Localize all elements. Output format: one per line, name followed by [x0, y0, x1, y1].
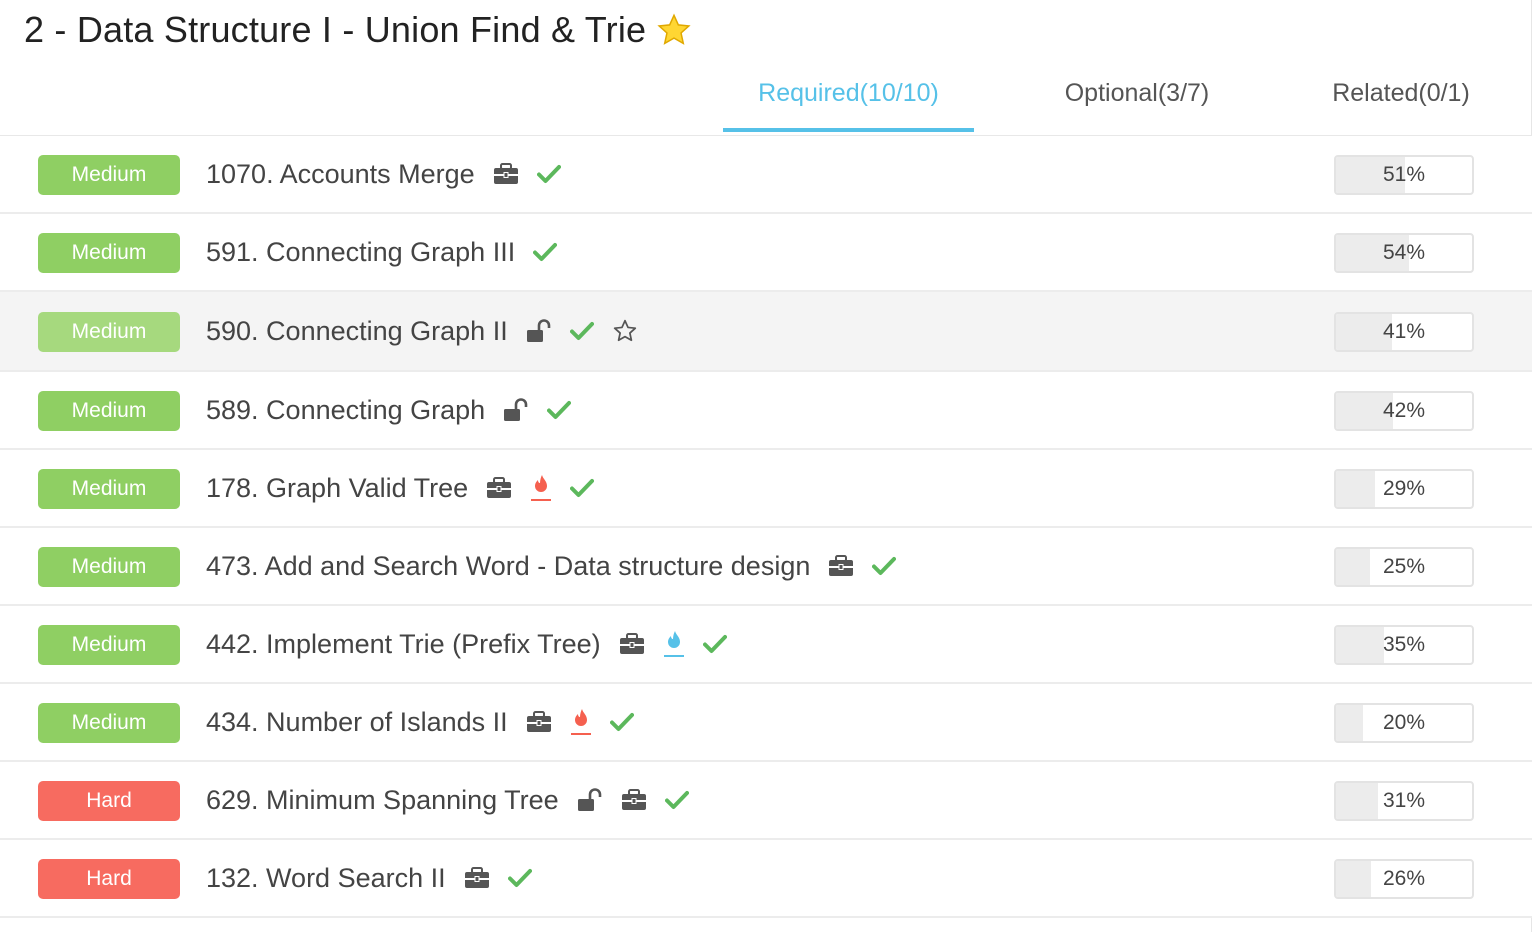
tab-related[interactable]: Related(0/1): [1300, 62, 1502, 132]
problem-row[interactable]: Medium 589. Connecting Graph 42%: [0, 372, 1532, 450]
problem-title-group: 590. Connecting Graph II: [206, 292, 638, 370]
flame-red-icon: [530, 474, 552, 502]
briefcase-icon: [619, 633, 645, 655]
problem-title-group: 434. Number of Islands II: [206, 684, 634, 760]
tab-required[interactable]: Required(10/10): [723, 62, 974, 132]
acceptance-rate-label: 54%: [1382, 241, 1426, 264]
briefcase-icon: [828, 555, 854, 577]
acceptance-rate-bar: 31%: [1334, 781, 1474, 821]
unlock-icon: [577, 788, 603, 812]
problem-title-group: 178. Graph Valid Tree: [206, 450, 595, 526]
acceptance-rate-bar: 42%: [1334, 391, 1474, 431]
problem-link[interactable]: 1070. Accounts Merge: [206, 159, 475, 190]
unlock-icon: [503, 398, 529, 422]
problem-list: Medium 1070. Accounts Merge 51% Medium 591. …: [0, 136, 1532, 918]
problem-link[interactable]: 132. Word Search II: [206, 863, 446, 894]
star-outline-icon[interactable]: [612, 318, 638, 344]
check-icon: [536, 164, 561, 184]
difficulty-badge: Hard: [38, 781, 180, 821]
acceptance-rate-bar: 29%: [1334, 469, 1474, 509]
course-panel: 2 - Data Structure I - Union Find & Trie…: [0, 0, 1532, 932]
problem-title-group: 629. Minimum Spanning Tree: [206, 762, 689, 838]
problem-link[interactable]: 473. Add and Search Word - Data structur…: [206, 551, 810, 582]
problem-link[interactable]: 629. Minimum Spanning Tree: [206, 785, 559, 816]
problem-link[interactable]: 589. Connecting Graph: [206, 395, 485, 426]
title-row: 2 - Data Structure I - Union Find & Trie: [24, 6, 692, 54]
problem-title-group: 442. Implement Trie (Prefix Tree): [206, 606, 727, 682]
briefcase-icon: [486, 477, 512, 499]
problem-link[interactable]: 434. Number of Islands II: [206, 707, 508, 738]
acceptance-rate-label: 51%: [1382, 163, 1426, 186]
acceptance-rate-label: 26%: [1382, 867, 1426, 890]
problem-row[interactable]: Medium 591. Connecting Graph III 54%: [0, 214, 1532, 292]
check-icon: [664, 790, 689, 810]
flame-blue-icon: [663, 630, 685, 658]
check-icon: [569, 321, 594, 341]
problem-row[interactable]: Medium 473. Add and Search Word - Data st…: [0, 528, 1532, 606]
acceptance-rate-bar: 35%: [1334, 625, 1474, 665]
acceptance-rate-bar: 41%: [1334, 312, 1474, 352]
problem-row[interactable]: Hard 629. Minimum Spanning Tree 31%: [0, 762, 1532, 840]
flame-red-icon: [570, 708, 592, 736]
problem-link[interactable]: 178. Graph Valid Tree: [206, 473, 468, 504]
problem-link[interactable]: 591. Connecting Graph III: [206, 237, 515, 268]
check-icon: [609, 712, 634, 732]
briefcase-icon: [493, 163, 519, 185]
briefcase-icon: [526, 711, 552, 733]
difficulty-badge: Medium: [38, 469, 180, 509]
acceptance-rate-label: 35%: [1382, 633, 1426, 656]
acceptance-rate-label: 25%: [1382, 555, 1426, 578]
briefcase-icon: [464, 867, 490, 889]
difficulty-badge: Medium: [38, 312, 180, 352]
problem-title-group: 591. Connecting Graph III: [206, 214, 558, 290]
difficulty-badge: Hard: [38, 859, 180, 899]
problem-title-group: 473. Add and Search Word - Data structur…: [206, 528, 897, 604]
problem-link[interactable]: 442. Implement Trie (Prefix Tree): [206, 629, 601, 660]
tab-optional[interactable]: Optional(3/7): [1030, 62, 1244, 132]
acceptance-rate-label: 31%: [1382, 789, 1426, 812]
difficulty-badge: Medium: [38, 703, 180, 743]
problem-row[interactable]: Medium 1070. Accounts Merge 51%: [0, 136, 1532, 214]
acceptance-rate-bar: 25%: [1334, 547, 1474, 587]
problem-row[interactable]: Medium 590. Connecting Graph II 41%: [0, 292, 1532, 372]
difficulty-badge: Medium: [38, 155, 180, 195]
problem-title-group: 132. Word Search II: [206, 840, 532, 916]
acceptance-rate-label: 41%: [1382, 320, 1426, 343]
briefcase-icon: [621, 789, 647, 811]
check-icon: [547, 400, 572, 420]
acceptance-rate-label: 42%: [1382, 399, 1426, 422]
acceptance-rate-bar: 26%: [1334, 859, 1474, 899]
acceptance-rate-bar: 51%: [1334, 155, 1474, 195]
problem-title-group: 589. Connecting Graph: [206, 372, 572, 448]
check-icon: [570, 478, 595, 498]
difficulty-badge: Medium: [38, 233, 180, 273]
star-filled-icon[interactable]: [656, 12, 692, 48]
difficulty-badge: Medium: [38, 547, 180, 587]
check-icon: [872, 556, 897, 576]
problem-row[interactable]: Medium 178. Graph Valid Tree 29%: [0, 450, 1532, 528]
problem-row[interactable]: Medium 434. Number of Islands II 20%: [0, 684, 1532, 762]
problem-row[interactable]: Hard 132. Word Search II 26%: [0, 840, 1532, 918]
acceptance-rate-label: 29%: [1382, 477, 1426, 500]
check-icon: [533, 242, 558, 262]
check-icon: [507, 868, 532, 888]
difficulty-badge: Medium: [38, 391, 180, 431]
acceptance-rate-bar: 54%: [1334, 233, 1474, 273]
tab-bar: Required(10/10) Optional(3/7) Related(0/…: [0, 62, 1532, 136]
acceptance-rate-label: 20%: [1382, 711, 1426, 734]
page-title: 2 - Data Structure I - Union Find & Trie: [24, 9, 647, 50]
problem-row[interactable]: Medium 442. Implement Trie (Prefix Tree) 3…: [0, 606, 1532, 684]
acceptance-rate-bar: 20%: [1334, 703, 1474, 743]
problem-link[interactable]: 590. Connecting Graph II: [206, 316, 508, 347]
check-icon: [702, 634, 727, 654]
difficulty-badge: Medium: [38, 625, 180, 665]
problem-title-group: 1070. Accounts Merge: [206, 136, 561, 212]
unlock-icon: [526, 319, 552, 343]
